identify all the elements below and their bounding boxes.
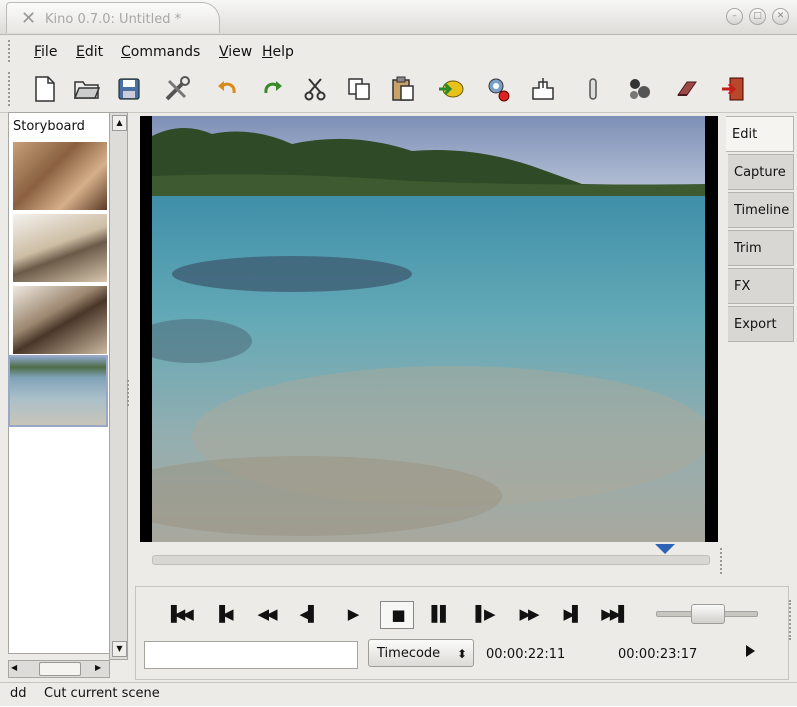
tab-fx[interactable]: FX bbox=[728, 268, 794, 304]
timecode-input[interactable] bbox=[144, 641, 358, 669]
scene-thumbnail-1[interactable] bbox=[12, 141, 108, 211]
mode-tabs: Edit Capture Timeline Trim FX Export bbox=[726, 116, 796, 342]
status-key: dd bbox=[10, 686, 27, 701]
pane-splitter[interactable] bbox=[127, 380, 133, 406]
settings-gear-icon[interactable] bbox=[484, 74, 514, 104]
storyboard-horizontal-scrollbar[interactable]: ◀ ▶ bbox=[8, 660, 110, 678]
preferences-tools-icon[interactable] bbox=[162, 74, 192, 104]
prev-scene-icon[interactable]: ▐◀ bbox=[206, 601, 238, 627]
save-icon[interactable] bbox=[114, 74, 144, 104]
menu-bar: File Edit Commands View Help bbox=[0, 38, 797, 64]
video-frame-image bbox=[152, 116, 705, 542]
join-icon[interactable] bbox=[624, 74, 654, 104]
status-message: Cut current scene bbox=[44, 686, 160, 701]
play-scene-icon[interactable] bbox=[746, 645, 755, 657]
scroll-thumb[interactable] bbox=[39, 662, 81, 676]
tab-timeline[interactable]: Timeline bbox=[728, 192, 794, 228]
undo-icon[interactable] bbox=[212, 74, 242, 104]
minimize-icon[interactable]: – bbox=[726, 8, 743, 25]
scene-thumbnail-3[interactable] bbox=[12, 285, 108, 355]
menu-help[interactable]: Help bbox=[262, 44, 294, 60]
menu-file[interactable]: File bbox=[34, 44, 57, 60]
app-logo-icon: ✕ bbox=[21, 8, 37, 29]
storyboard-panel[interactable]: Storyboard bbox=[8, 112, 110, 654]
scroll-right-icon[interactable]: ▶ bbox=[95, 662, 107, 674]
scene-thumbnail-4[interactable] bbox=[8, 355, 108, 427]
fast-forward-icon[interactable]: ▶▶ bbox=[512, 601, 544, 627]
copy-icon[interactable] bbox=[344, 74, 374, 104]
position-scrubber[interactable] bbox=[152, 544, 710, 565]
cut-icon[interactable] bbox=[300, 74, 330, 104]
stop-icon[interactable]: ■ bbox=[380, 601, 414, 629]
toolbar bbox=[0, 66, 797, 113]
scroll-up-icon[interactable]: ▲ bbox=[112, 115, 127, 131]
pause-icon[interactable]: ▌▌ bbox=[424, 601, 456, 627]
end-icon[interactable]: ▶▶▌ bbox=[598, 601, 630, 627]
split-icon[interactable] bbox=[578, 74, 608, 104]
scene-thumbnail-2[interactable] bbox=[12, 213, 108, 283]
playback-controls: ▐◀◀ ▐◀ ◀◀ ◀▌ ▶ ■ ▌▌ ▌▶ ▶▶ ▶▌ ▶▶▌ Timecod… bbox=[135, 586, 789, 680]
paste-icon[interactable] bbox=[388, 74, 418, 104]
close-icon[interactable]: ✕ bbox=[772, 8, 789, 25]
scroll-left-icon[interactable]: ◀ bbox=[11, 662, 23, 674]
scroll-down-icon[interactable]: ▼ bbox=[112, 641, 127, 657]
step-forward-icon[interactable]: ▌▶ bbox=[468, 601, 500, 627]
playhead-marker-icon[interactable] bbox=[654, 544, 675, 554]
storyboard-label: Storyboard bbox=[13, 119, 85, 134]
play-icon[interactable]: ▶ bbox=[336, 601, 368, 627]
menu-grip[interactable] bbox=[8, 40, 14, 62]
publish-icon[interactable] bbox=[528, 74, 558, 104]
title-bar[interactable]: ✕ Kino 0.7.0: Untitled * – □ ✕ bbox=[0, 0, 797, 35]
storyboard-vertical-scrollbar[interactable]: ▲ ▼ bbox=[109, 112, 128, 660]
undo-history-icon[interactable] bbox=[672, 74, 702, 104]
current-timecode: 00:00:22:11 bbox=[486, 647, 566, 662]
menu-commands[interactable]: Commands bbox=[121, 44, 200, 60]
step-back-icon[interactable]: ◀▌ bbox=[292, 601, 324, 627]
rewind-icon[interactable]: ◀◀ bbox=[250, 601, 282, 627]
menu-view[interactable]: View bbox=[219, 44, 252, 60]
window-title: Kino 0.7.0: Untitled * bbox=[45, 12, 182, 27]
toolbar-grip[interactable] bbox=[8, 72, 14, 106]
spin-arrows-icon: ⬍ bbox=[456, 647, 467, 661]
shuttle-knob[interactable] bbox=[691, 604, 725, 624]
timecode-format-label: Timecode bbox=[377, 646, 441, 661]
timecode-format-select[interactable]: Timecode ⬍ bbox=[368, 639, 474, 667]
video-preview[interactable] bbox=[140, 116, 718, 542]
scrub-grip[interactable] bbox=[720, 548, 726, 574]
kino-window: ✕ Kino 0.7.0: Untitled * – □ ✕ File Edit… bbox=[0, 0, 797, 706]
import-icon[interactable] bbox=[436, 74, 466, 104]
next-scene-icon[interactable]: ▶▌ bbox=[556, 601, 588, 627]
quit-icon[interactable] bbox=[718, 74, 748, 104]
shuttle-slider[interactable] bbox=[656, 604, 758, 624]
total-timecode: 00:00:23:17 bbox=[618, 647, 698, 662]
tab-export[interactable]: Export bbox=[728, 306, 794, 342]
start-icon[interactable]: ▐◀◀ bbox=[162, 601, 194, 627]
new-file-icon[interactable] bbox=[30, 74, 60, 104]
tab-trim[interactable]: Trim bbox=[728, 230, 794, 266]
maximize-icon[interactable]: □ bbox=[749, 8, 766, 25]
tab-capture[interactable]: Capture bbox=[728, 154, 794, 190]
tab-edit[interactable]: Edit bbox=[726, 116, 794, 152]
panel-grip[interactable] bbox=[789, 600, 795, 640]
menu-edit[interactable]: Edit bbox=[76, 44, 103, 60]
title-tab: ✕ Kino 0.7.0: Untitled * bbox=[6, 2, 220, 33]
open-folder-icon[interactable] bbox=[72, 74, 102, 104]
status-bar: dd Cut current scene bbox=[0, 682, 797, 707]
redo-icon[interactable] bbox=[258, 74, 288, 104]
